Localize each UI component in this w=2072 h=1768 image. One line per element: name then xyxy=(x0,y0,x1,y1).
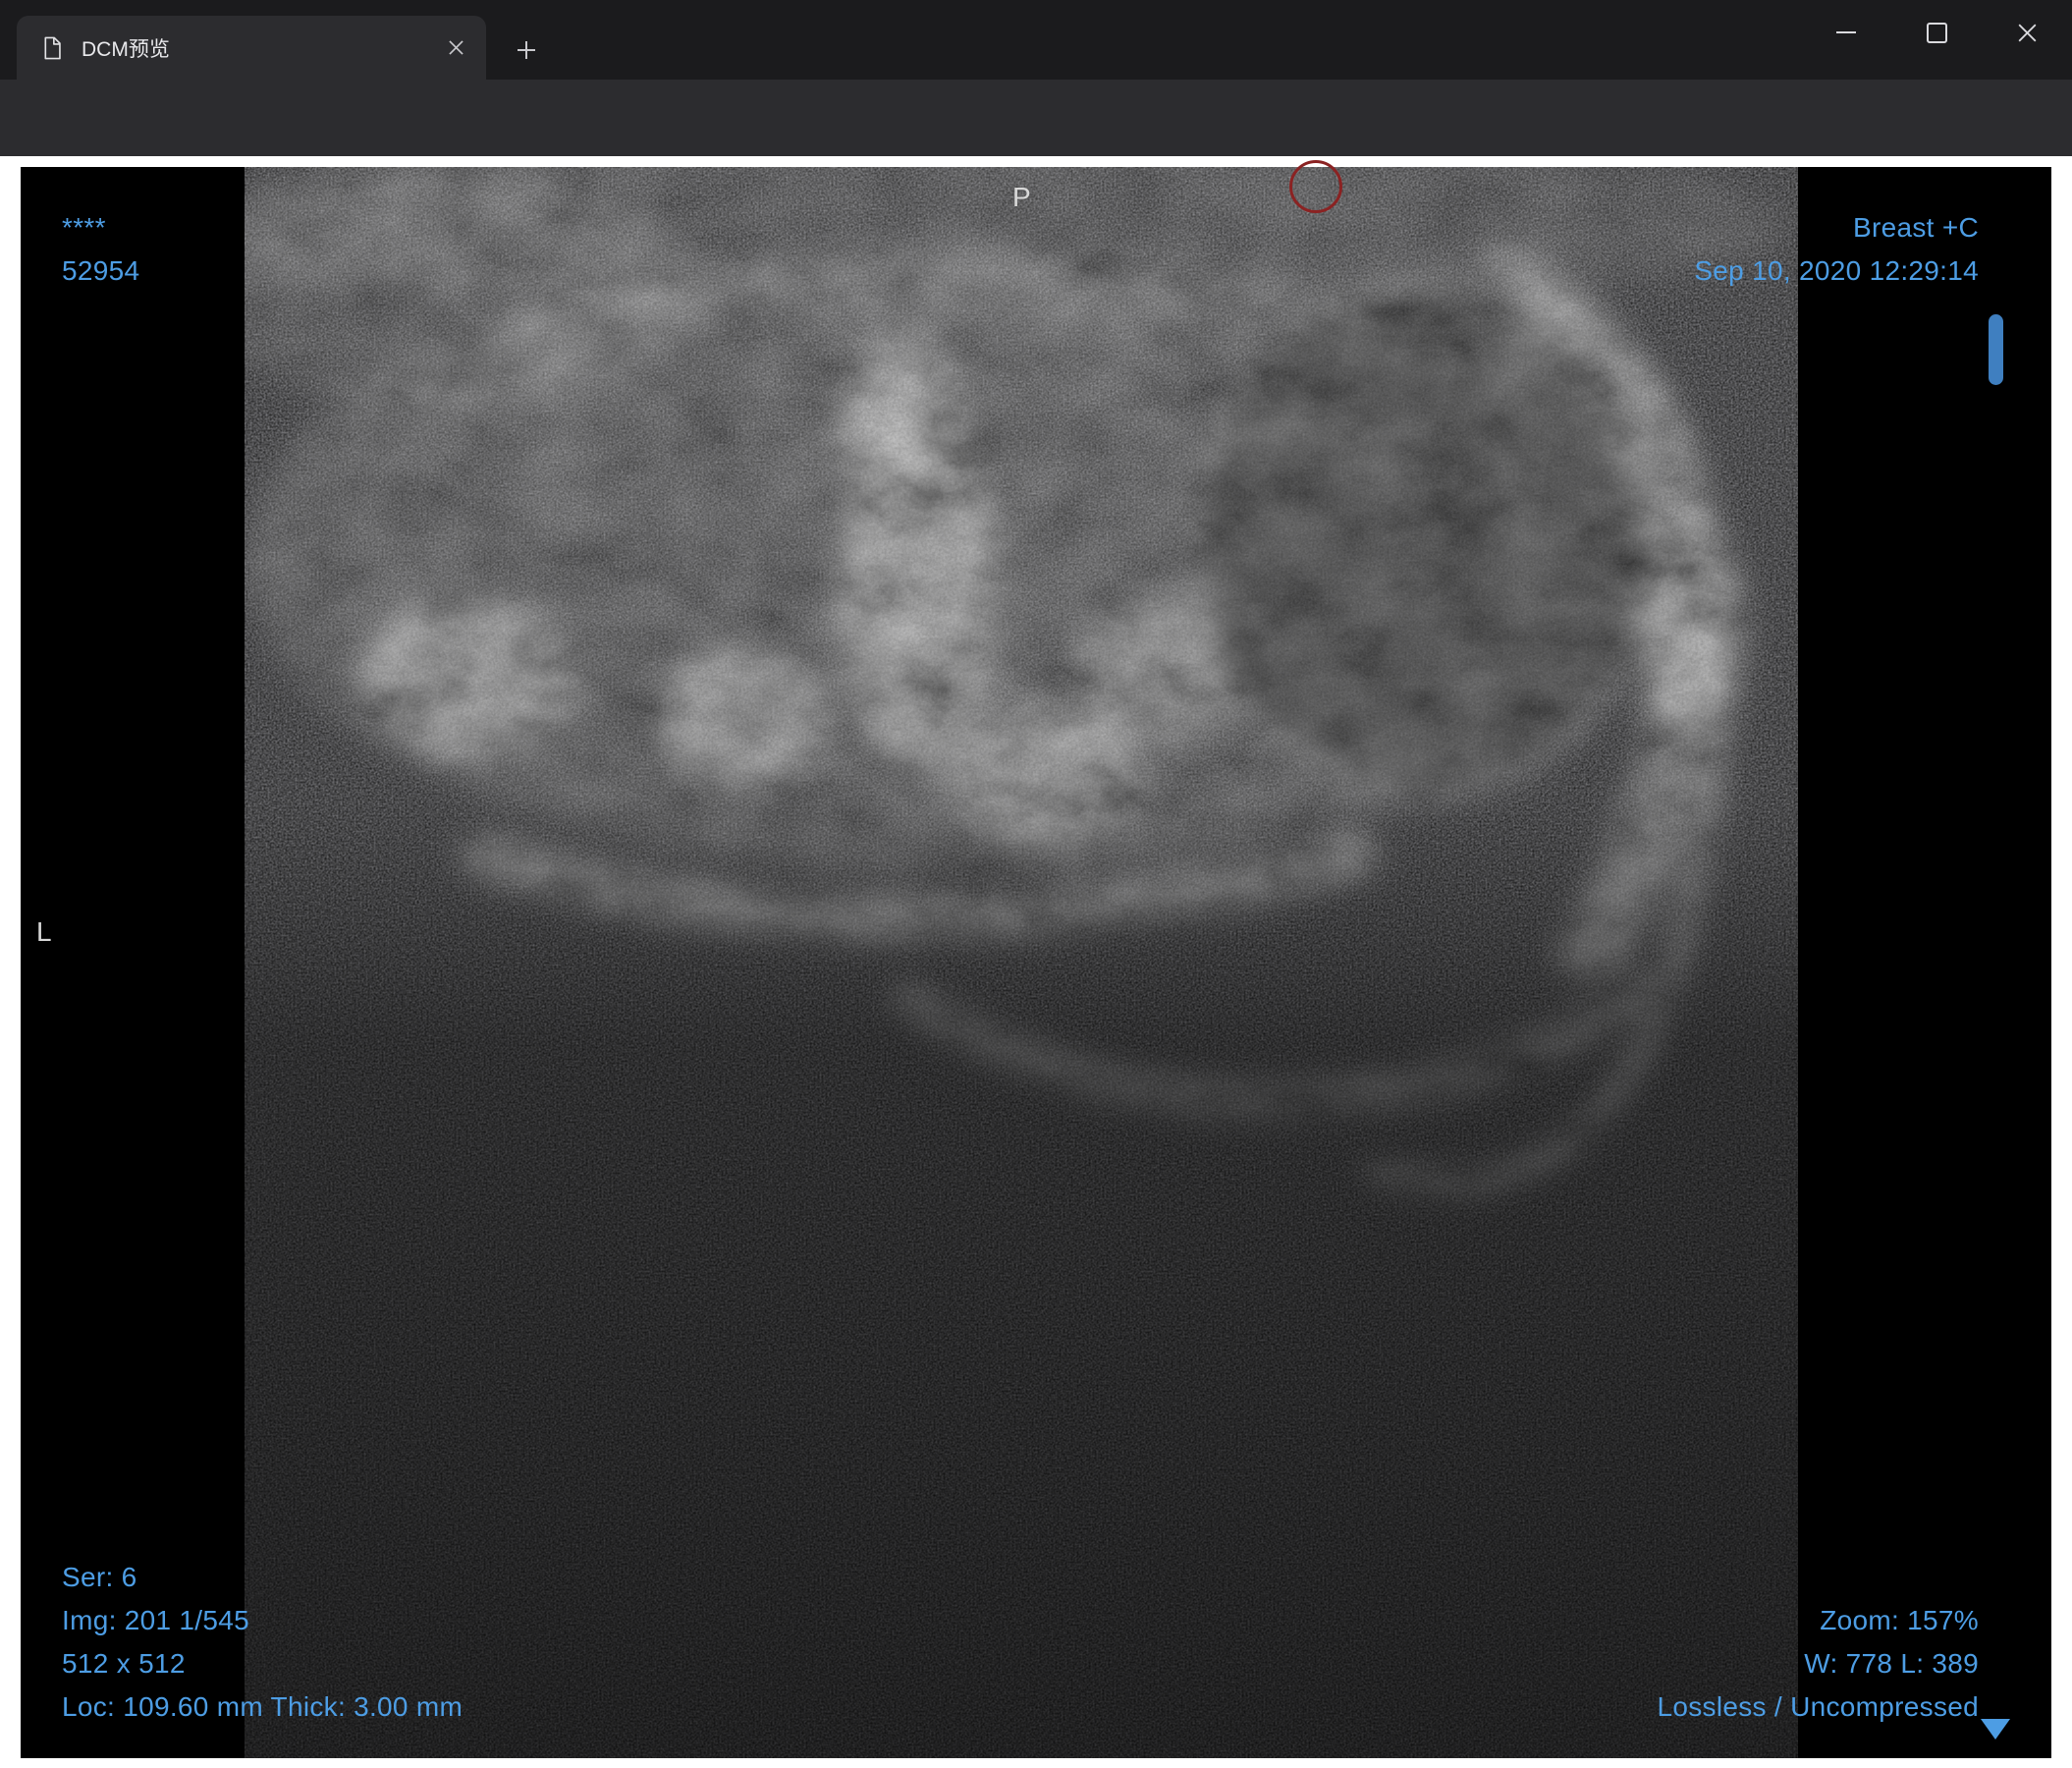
page-content: **** 52954 P Breast +C Sep 10, 2020 12:2… xyxy=(0,156,2072,1768)
title-bar: DCM预览 xyxy=(0,0,2072,80)
new-tab-button[interactable] xyxy=(506,29,547,71)
close-icon xyxy=(2018,24,2036,41)
study-label: Breast +C xyxy=(1853,212,1979,243)
series-scrollbar-thumb[interactable] xyxy=(1989,314,2003,385)
series-number: Ser: 6 xyxy=(62,1562,137,1592)
patient-mask: **** xyxy=(62,212,106,243)
image-matrix: 512 x 512 xyxy=(62,1648,186,1679)
minimize-button[interactable] xyxy=(1801,0,1891,65)
orientation-marker-posterior: P xyxy=(1012,182,1031,212)
tab-close-icon[interactable] xyxy=(439,31,472,65)
compression-info: Lossless / Uncompressed xyxy=(1657,1691,1979,1722)
slice-location: Loc: 109.60 mm Thick: 3.00 mm xyxy=(62,1691,463,1722)
navigation-bar: https://file.kkview.cn/onlinePreview?url… xyxy=(0,80,2072,224)
orientation-marker-left: L xyxy=(36,916,52,947)
document-icon xyxy=(36,33,66,63)
patient-info-overlay: **** 52954 xyxy=(62,206,139,293)
image-number: Img: 201 1/545 xyxy=(62,1605,249,1635)
scroll-down-arrow-icon[interactable] xyxy=(1981,1719,2010,1740)
patient-id: 52954 xyxy=(62,255,140,286)
window-level: W: 778 L: 389 xyxy=(1804,1648,1979,1679)
dicom-viewer-canvas[interactable]: **** 52954 P Breast +C Sep 10, 2020 12:2… xyxy=(21,167,2051,1758)
series-info-overlay: Ser: 6 Img: 201 1/545 512 x 512 Loc: 109… xyxy=(62,1556,463,1729)
study-info-overlay: Breast +C Sep 10, 2020 12:29:14 xyxy=(1694,206,1979,293)
minimize-icon xyxy=(1836,31,1856,33)
display-info-overlay: Zoom: 157% W: 778 L: 389 Lossless / Unco… xyxy=(1658,1599,1979,1729)
mri-image xyxy=(21,167,2051,1758)
maximize-icon xyxy=(1926,22,1947,43)
study-datetime: Sep 10, 2020 12:29:14 xyxy=(1694,255,1979,286)
annotation-circle xyxy=(1289,160,1342,213)
tab-title: DCM预览 xyxy=(82,37,170,61)
maximize-button[interactable] xyxy=(1891,0,1982,65)
window-controls xyxy=(1801,0,2072,65)
browser-window: DCM预览 **** 52954 P Breast +C Sep 10, 202… xyxy=(0,0,2072,1768)
browser-tab[interactable]: DCM预览 xyxy=(17,16,486,80)
zoom-level: Zoom: 157% xyxy=(1820,1605,1979,1635)
close-button[interactable] xyxy=(1982,0,2072,65)
